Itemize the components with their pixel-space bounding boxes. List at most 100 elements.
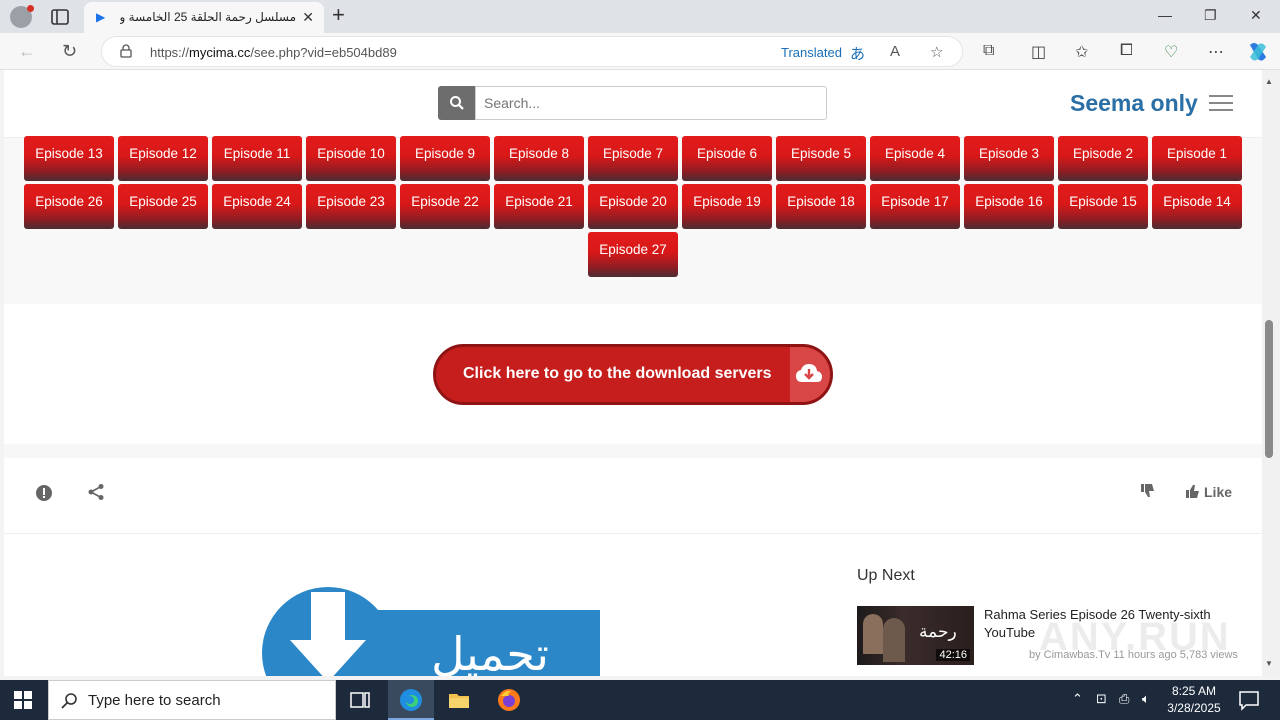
clock-date: 3/28/2025 — [1167, 701, 1221, 715]
episode-button[interactable]: Episode 15 — [1058, 184, 1148, 229]
episode-list: Episode 13 Episode 12 Episode 11 Episode 10… — [4, 136, 1262, 304]
task-view-icon[interactable] — [348, 688, 372, 712]
browser-tab-active[interactable]: ▶ مسلسل رحمة الحلقة 25 الخامسة وا ✕ — [84, 2, 324, 33]
notifications-icon[interactable] — [1237, 688, 1261, 712]
minimize-icon[interactable]: — — [1158, 7, 1172, 23]
content-section: تحميل Up Next رحمة 42:16 Rahma Series Ep… — [4, 535, 1262, 676]
clock-time: 8:25 AM — [1171, 684, 1217, 698]
translated-indicator[interactable]: Translated — [781, 45, 842, 60]
episode-button[interactable]: Episode 6 — [682, 136, 772, 181]
lock-icon[interactable] — [120, 44, 132, 58]
tray-chevron-icon[interactable]: ⌃ — [1072, 691, 1083, 707]
taskbar-search-box[interactable]: Type here to search — [48, 680, 336, 720]
scrollbar-thumb[interactable] — [1265, 320, 1273, 458]
firefox-icon[interactable] — [497, 688, 521, 712]
thumbnail-title-text: رحمة — [919, 622, 957, 642]
edge-browser-icon[interactable] — [399, 688, 423, 712]
episode-button[interactable]: Episode 3 — [964, 136, 1054, 181]
episode-button[interactable]: Episode 2 — [1058, 136, 1148, 181]
episode-button[interactable]: Episode 24 — [212, 184, 302, 229]
episode-button[interactable]: Episode 5 — [776, 136, 866, 181]
episode-button[interactable]: Episode 18 — [776, 184, 866, 229]
tab-title: مسلسل رحمة الحلقة 25 الخامسة وا — [120, 10, 296, 24]
favorite-star-icon[interactable]: ☆ — [930, 43, 943, 61]
episode-button[interactable]: Episode 26 — [24, 184, 114, 229]
search-icon — [450, 96, 464, 110]
episode-button[interactable]: Episode 14 — [1152, 184, 1242, 229]
like-label[interactable]: Like — [1204, 484, 1232, 500]
up-next-heading: Up Next — [857, 567, 915, 584]
episode-button[interactable]: Episode 1 — [1152, 136, 1242, 181]
hamburger-menu-icon[interactable] — [1209, 95, 1233, 116]
url-text[interactable]: https://mycima.cc/see.php?vid=eb504bd89 — [150, 45, 397, 60]
video-actions-bar: Like — [4, 458, 1262, 534]
windows-taskbar: Type here to search ⌃ ⊡ ⎙ 🔈︎ 8:25 AM 3/2… — [0, 680, 1280, 720]
tray-volume-icon[interactable]: 🔈︎ — [1142, 691, 1150, 707]
episode-button[interactable]: Episode 21 — [494, 184, 584, 229]
tab-actions-icon[interactable] — [50, 7, 70, 27]
episode-button[interactable]: Episode 10 — [306, 136, 396, 181]
browser-essentials-icon[interactable]: ♡ — [1164, 42, 1178, 62]
restore-icon[interactable]: ❐ — [1204, 7, 1217, 24]
episode-button[interactable]: Episode 12 — [118, 136, 208, 181]
split-screen-icon[interactable]: ◫ — [1031, 42, 1046, 62]
site-brand[interactable]: Seema only — [1070, 90, 1198, 117]
extensions-icon[interactable]: ⧉ — [983, 42, 994, 60]
tray-network-icon[interactable]: ⎙ — [1119, 691, 1129, 707]
scroll-down-arrow-icon[interactable]: ▼ — [1265, 659, 1273, 668]
video-meta: by Cimawbas.Tv 11 hours ago 5,783 views — [1029, 649, 1238, 661]
episode-button[interactable]: Episode 7 — [588, 136, 678, 181]
translate-icon[interactable]: あ — [850, 43, 865, 64]
address-bar[interactable]: https://mycima.cc/see.php?vid=eb504bd89 … — [101, 36, 963, 67]
episode-button[interactable]: Episode 22 — [400, 184, 490, 229]
section-divider — [4, 444, 1262, 458]
share-icon[interactable] — [87, 483, 105, 501]
taskbar-search-icon — [61, 693, 77, 709]
cloud-download-icon — [796, 364, 822, 382]
taskbar-search-placeholder: Type here to search — [88, 692, 221, 709]
back-arrow-icon[interactable]: ← — [18, 41, 36, 62]
refresh-icon[interactable]: ↻ — [62, 41, 77, 62]
collections-icon[interactable]: ⧠ — [1120, 42, 1133, 60]
file-explorer-icon[interactable] — [447, 688, 471, 712]
new-tab-icon[interactable]: + — [332, 4, 345, 26]
web-page: Seema only Episode 13Episode 12Episode 1… — [4, 70, 1262, 676]
profile-avatar-icon[interactable] — [10, 5, 34, 28]
browser-tab-bar: ▶ مسلسل رحمة الحلقة 25 الخامسة وا ✕ + — … — [0, 0, 1280, 33]
episode-button[interactable]: Episode 8 — [494, 136, 584, 181]
download-button-label: Click here to go to the download servers — [463, 365, 772, 382]
tray-network-extra-icon[interactable]: ⊡ — [1096, 691, 1107, 707]
episode-button[interactable]: Episode 9 — [400, 136, 490, 181]
close-window-icon[interactable]: ✕ — [1250, 7, 1262, 24]
favorites-icon[interactable]: ✩ — [1075, 42, 1088, 62]
episode-button[interactable]: Episode 13 — [24, 136, 114, 181]
read-aloud-icon[interactable]: A — [890, 43, 900, 60]
episode-button[interactable]: Episode 23 — [306, 184, 396, 229]
episode-button[interactable]: Episode 16 — [964, 184, 1054, 229]
search-button[interactable] — [438, 86, 476, 120]
tab-close-icon[interactable]: ✕ — [302, 9, 314, 26]
like-icon[interactable] — [1185, 483, 1201, 499]
svg-text:تحميل: تحميل — [431, 627, 549, 676]
video-duration: 42:16 — [936, 649, 970, 661]
episode-button[interactable]: Episode 11 — [212, 136, 302, 181]
episode-button[interactable]: Episode 19 — [682, 184, 772, 229]
video-thumbnail[interactable]: رحمة 42:16 — [857, 606, 974, 665]
download-banner-image[interactable]: تحميل — [260, 578, 600, 676]
scroll-up-arrow-icon[interactable]: ▲ — [1265, 77, 1273, 86]
download-icon-box — [790, 347, 830, 402]
taskbar-clock[interactable]: 8:25 AM 3/28/2025 — [1166, 683, 1222, 717]
episode-button[interactable]: Episode 25 — [118, 184, 208, 229]
report-icon[interactable] — [35, 484, 53, 502]
dislike-icon[interactable] — [1140, 483, 1156, 499]
site-header: Seema only — [4, 70, 1262, 138]
episode-button[interactable]: Episode 4 — [870, 136, 960, 181]
search-input[interactable] — [475, 86, 827, 120]
download-servers-button[interactable]: Click here to go to the download servers — [433, 344, 833, 405]
episode-button[interactable]: Episode 20 — [588, 184, 678, 229]
episode-button[interactable]: Episode 17 — [870, 184, 960, 229]
windows-start-icon[interactable] — [14, 691, 32, 709]
episode-button[interactable]: Episode 27 — [588, 232, 678, 277]
more-menu-icon[interactable]: ⋯ — [1208, 42, 1224, 62]
copilot-icon[interactable] — [1246, 41, 1270, 63]
